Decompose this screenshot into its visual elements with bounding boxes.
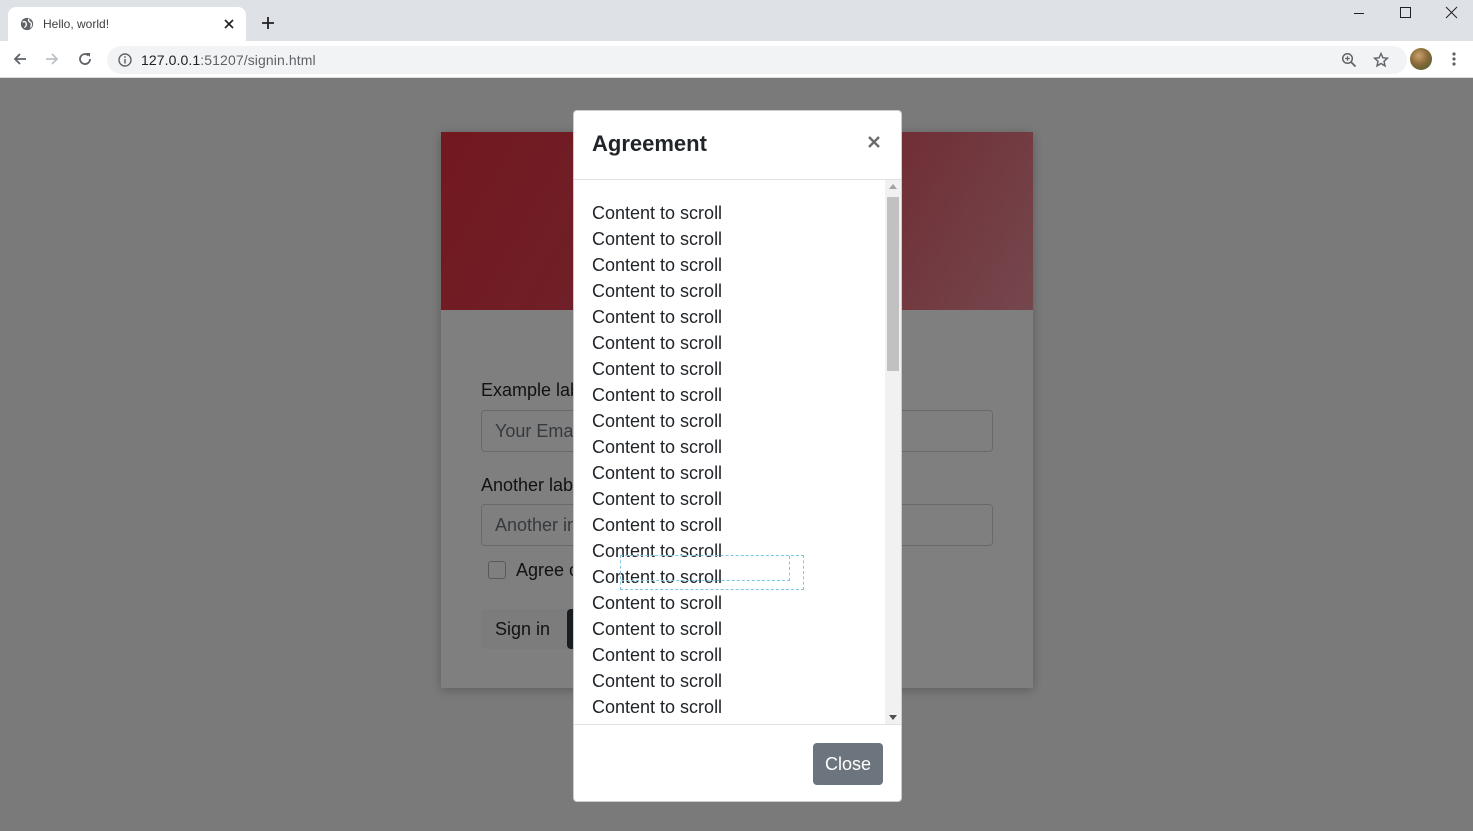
close-button[interactable]: Close (813, 743, 883, 785)
scroll-line: Content to scroll (592, 333, 723, 353)
scroll-line: Content to scroll (592, 281, 723, 301)
scroll-down-arrow-icon[interactable] (889, 715, 897, 720)
browser-tabstrip: Hello, world! (0, 0, 1473, 41)
scroll-line: Content to scroll (592, 645, 723, 665)
url-path: :51207/signin.html (200, 52, 316, 68)
url-text: 127.0.0.1:51207/signin.html (141, 52, 316, 68)
back-icon[interactable] (12, 51, 28, 67)
scroll-line: Content to scroll (592, 619, 723, 639)
modal-title: Agreement (592, 131, 707, 156)
scroll-line: Content to scroll (592, 203, 723, 223)
focus-outline (620, 555, 804, 590)
globe-icon (20, 17, 34, 31)
scroll-content: Content to scroll Content to scroll Conten… (592, 200, 722, 724)
scroll-line: Content to scroll (592, 307, 723, 327)
scroll-line: Content to scroll (592, 593, 723, 613)
page-viewport: Example label Your Email Another label A… (0, 78, 1473, 831)
scroll-line: Content to scroll (592, 515, 723, 535)
window-close-button[interactable] (1428, 0, 1473, 28)
zoom-icon[interactable] (1341, 52, 1357, 68)
url-host: 127.0.0.1 (141, 52, 201, 68)
modal-scrollbar[interactable] (885, 180, 901, 724)
scroll-line: Content to scroll (592, 359, 723, 379)
maximize-button[interactable] (1382, 0, 1428, 28)
focus-outline-inner (621, 556, 790, 581)
close-icon[interactable] (866, 134, 882, 150)
scroll-up-arrow-icon[interactable] (889, 184, 897, 189)
modal-footer: Close (574, 724, 901, 801)
reload-icon[interactable] (77, 51, 93, 67)
close-button-label: Close (824, 754, 872, 774)
modal-header: Agreement (574, 111, 901, 180)
address-bar[interactable]: 127.0.0.1:51207/signin.html (107, 46, 1407, 74)
maximize-icon (1400, 7, 1411, 18)
tab-title: Hello, world! (43, 17, 110, 31)
scroll-line: Content to scroll (592, 385, 723, 405)
menu-kebab-icon[interactable] (1447, 51, 1461, 67)
scroll-line: Content to scroll (592, 671, 723, 691)
scroll-line: Content to scroll (592, 489, 723, 509)
scroll-line: Content to scroll (592, 411, 723, 431)
new-tab-icon[interactable] (260, 15, 276, 31)
close-tab-icon[interactable] (222, 17, 236, 31)
scroll-line: Content to scroll (592, 229, 723, 249)
browser-toolbar: 127.0.0.1:51207/signin.html (0, 41, 1473, 78)
modal-body[interactable]: Content to scroll Content to scroll Conten… (574, 180, 901, 724)
agreement-modal: Agreement Content to scroll Content to sc… (573, 110, 902, 802)
browser-tab[interactable]: Hello, world! (8, 7, 246, 41)
minimize-button[interactable] (1336, 0, 1382, 28)
forward-icon[interactable] (44, 51, 60, 67)
scroll-line: Content to scroll (592, 437, 723, 457)
bookmark-star-icon[interactable] (1373, 52, 1389, 68)
scroll-line: Content to scroll (592, 255, 723, 275)
info-icon[interactable] (118, 53, 132, 67)
profile-avatar[interactable] (1410, 48, 1432, 70)
window-close-icon (1445, 6, 1458, 19)
minimize-icon (1354, 13, 1364, 14)
scroll-line: Content to scroll (592, 697, 723, 717)
scrollbar-thumb[interactable] (887, 197, 899, 371)
scroll-line: Content to scroll (592, 463, 723, 483)
